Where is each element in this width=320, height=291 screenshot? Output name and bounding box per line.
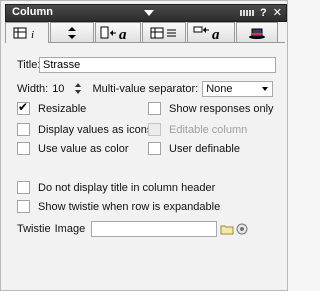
- column-info-icon: i: [13, 27, 34, 40]
- display-icons-label: Display values as icons: [38, 123, 153, 136]
- tab-sorting[interactable]: [50, 22, 94, 42]
- folder-icon[interactable]: [220, 223, 234, 235]
- separator-label: Multi-value separator:: [92, 83, 199, 95]
- display-icons-checkbox[interactable]: [17, 123, 30, 136]
- width-value[interactable]: 10: [52, 83, 64, 95]
- close-icon[interactable]: ✕: [273, 5, 282, 21]
- properties-box: Column ? ✕ i a a Title: Strasse Width: 1…: [0, 0, 288, 291]
- twistie-image-row: Twistie Image: [17, 221, 248, 237]
- editable-column-label: Editable column: [169, 123, 248, 136]
- help-icon[interactable]: ?: [260, 5, 267, 21]
- title-dropdown-icon[interactable]: [144, 10, 154, 16]
- width-label: Width:: [17, 83, 49, 95]
- user-definable-checkbox[interactable]: [148, 142, 161, 155]
- column-title-style-icon: [150, 27, 176, 38]
- resizable-label: Resizable: [38, 102, 87, 115]
- show-responses-option[interactable]: Show responses only: [148, 102, 274, 115]
- show-twistie-checkbox[interactable]: [17, 200, 30, 213]
- title-font-icon: a: [193, 26, 220, 41]
- separator-value: None: [206, 83, 233, 95]
- image-label: Image: [54, 223, 86, 235]
- spin-up-icon[interactable]: [75, 83, 82, 87]
- no-title-header-label: Do not display title in column header: [38, 181, 216, 194]
- title-input[interactable]: [39, 57, 276, 73]
- sort-icon: [68, 26, 76, 39]
- title-row: Title:: [17, 57, 276, 73]
- svg-text:a: a: [119, 27, 127, 41]
- twistie-label: Twistie: [17, 223, 51, 235]
- separator-select[interactable]: None: [202, 81, 274, 97]
- no-title-header-checkbox[interactable]: [17, 181, 30, 194]
- column-font-icon: a: [100, 26, 127, 41]
- formula-icon[interactable]: [236, 223, 248, 235]
- show-responses-checkbox[interactable]: [148, 102, 161, 115]
- editable-column-checkbox: [148, 123, 161, 136]
- window-title: Column: [12, 6, 53, 18]
- value-as-color-option[interactable]: Use value as color: [17, 142, 129, 155]
- user-definable-label: User definable: [169, 142, 240, 155]
- tab-advanced[interactable]: [236, 22, 278, 42]
- no-title-header-option[interactable]: Do not display title in column header: [17, 181, 215, 194]
- value-as-color-checkbox[interactable]: [17, 142, 30, 155]
- dropdown-arrow-icon[interactable]: [258, 82, 272, 96]
- tab-column-info[interactable]: i: [5, 22, 49, 43]
- grip-icon[interactable]: [240, 10, 255, 16]
- user-definable-option[interactable]: User definable: [148, 142, 240, 155]
- spin-down-icon[interactable]: [75, 90, 82, 94]
- value-as-color-label: Use value as color: [38, 142, 129, 155]
- twistie-image-input[interactable]: [91, 221, 218, 237]
- resizable-checkbox[interactable]: [17, 100, 30, 115]
- tab-title-font[interactable]: a: [187, 22, 235, 42]
- tab-title-style[interactable]: [142, 22, 186, 42]
- svg-text:a: a: [212, 27, 220, 41]
- show-responses-label: Show responses only: [169, 102, 274, 115]
- width-row: Width: 10 Multi-value separator: None: [17, 81, 274, 97]
- display-icons-option[interactable]: Display values as icons: [17, 123, 152, 136]
- title-bar[interactable]: Column ? ✕: [5, 4, 287, 22]
- editable-column-option: Editable column: [148, 123, 247, 136]
- svg-text:i: i: [31, 29, 34, 40]
- resizable-option[interactable]: Resizable: [17, 100, 87, 115]
- tab-strip: i a a: [5, 22, 285, 43]
- column-info-panel: Title: Width: 10 Multi-value separator: …: [5, 43, 285, 287]
- tab-column-font[interactable]: a: [95, 22, 141, 42]
- width-spinner[interactable]: [72, 82, 86, 96]
- show-twistie-label: Show twistie when row is expandable: [38, 200, 221, 213]
- advanced-hat-icon: [249, 28, 265, 39]
- show-twistie-option[interactable]: Show twistie when row is expandable: [17, 200, 220, 213]
- title-label: Title:: [17, 59, 41, 71]
